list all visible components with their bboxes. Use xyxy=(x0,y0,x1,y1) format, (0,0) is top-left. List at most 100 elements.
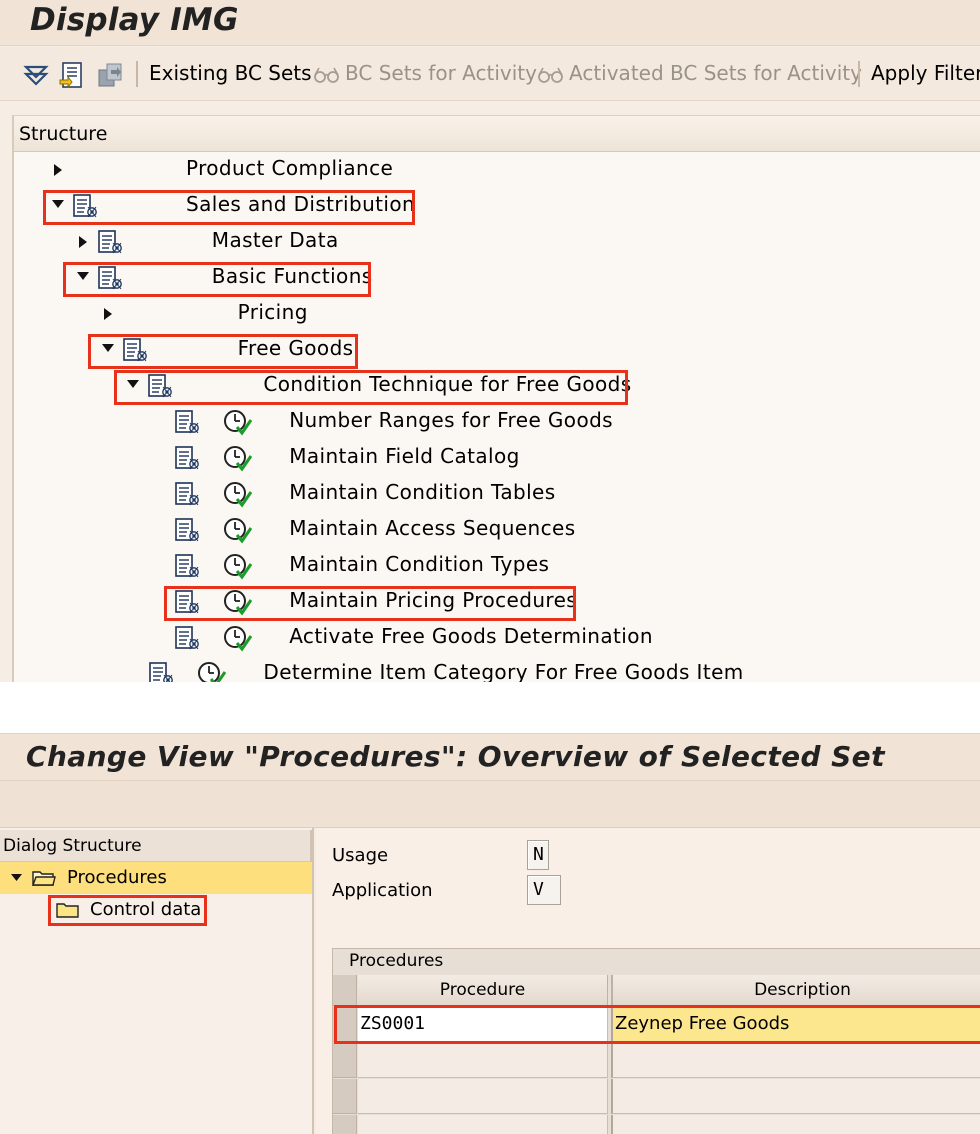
description-cell[interactable]: Zeynep Free Goods xyxy=(611,1007,980,1042)
row-selector[interactable] xyxy=(333,1007,357,1042)
tree-node-label: Free Goods xyxy=(237,336,354,360)
tree-node[interactable]: Sales and Distribution xyxy=(0,191,980,221)
expand-arrow-icon[interactable] xyxy=(104,299,116,329)
expand-arrow-icon[interactable] xyxy=(79,227,91,257)
row-selector[interactable] xyxy=(333,1079,357,1114)
execute-clock-icon[interactable] xyxy=(222,624,253,652)
procedure-cell[interactable]: ZS0001 xyxy=(358,1007,608,1042)
tree-node-label: Product Compliance xyxy=(186,156,394,180)
documentation-icon[interactable] xyxy=(174,409,202,436)
documentation-icon[interactable] xyxy=(174,481,202,508)
usage-field[interactable]: N xyxy=(527,840,549,870)
tree-node[interactable]: Maintain Pricing Procedures xyxy=(0,587,980,617)
tree-node[interactable]: Maintain Field Catalog xyxy=(0,443,980,473)
empty-cell[interactable] xyxy=(611,1079,980,1114)
tree-node[interactable]: Product Compliance xyxy=(0,155,980,185)
execute-clock-icon[interactable] xyxy=(222,516,253,544)
bc-sets-for-activity-button[interactable]: BC Sets for Activity xyxy=(345,61,537,85)
execute-clock-icon[interactable] xyxy=(222,588,253,616)
tree-node[interactable]: Activate Free Goods Determination xyxy=(0,623,980,653)
tree-node-label: Maintain Access Sequences xyxy=(289,516,576,540)
documentation-icon[interactable] xyxy=(174,625,202,652)
tree-node[interactable]: Maintain Condition Tables xyxy=(0,479,980,509)
tree-node[interactable]: Basic Functions xyxy=(0,263,980,293)
toolbar xyxy=(0,781,980,828)
execute-clock-icon[interactable] xyxy=(222,480,253,508)
structure-header-label: Structure xyxy=(19,123,108,145)
documentation-icon[interactable] xyxy=(174,553,202,580)
folder-icon xyxy=(56,903,79,918)
tree-node-label: Condition Technique for Free Goods xyxy=(263,372,632,396)
dialog-structure-header: Dialog Structure xyxy=(0,830,312,862)
execute-clock-icon[interactable] xyxy=(222,444,253,472)
documentation-icon[interactable] xyxy=(58,61,86,89)
tree-node[interactable]: Master Data xyxy=(0,227,980,257)
documentation-icon[interactable] xyxy=(147,373,175,400)
toolbar: Existing BC Sets BC Sets for Activity Ac… xyxy=(0,47,980,101)
empty-cell[interactable] xyxy=(611,1043,980,1078)
empty-cell[interactable] xyxy=(358,1079,608,1114)
execute-clock-icon[interactable] xyxy=(222,552,253,580)
tree-node[interactable]: Maintain Condition Types xyxy=(0,551,980,581)
usage-label: Usage xyxy=(332,845,389,866)
procedures-table: Procedures Procedure Description ZS0001 … xyxy=(332,948,980,1134)
execute-clock-icon[interactable] xyxy=(222,408,253,436)
procedure-value: ZS0001 xyxy=(360,1013,426,1034)
application-field[interactable]: V xyxy=(527,875,561,905)
documentation-icon[interactable] xyxy=(174,445,202,472)
transport-icon[interactable] xyxy=(96,61,124,89)
collapse-arrow-icon[interactable] xyxy=(52,191,64,221)
change-view-window: Change View "Procedures": Overview of Se… xyxy=(0,733,980,1134)
empty-cell[interactable] xyxy=(611,1115,980,1134)
tree-node[interactable]: Number Ranges for Free Goods xyxy=(0,407,980,437)
tree-node[interactable]: Maintain Access Sequences xyxy=(0,515,980,545)
row-selector[interactable] xyxy=(333,1043,357,1078)
application-label: Application xyxy=(332,880,433,901)
existing-bc-sets-button[interactable]: Existing BC Sets xyxy=(149,61,312,85)
tree-node-label: Number Ranges for Free Goods xyxy=(289,408,613,432)
execute-clock-icon[interactable] xyxy=(196,660,227,682)
tree-node[interactable]: Pricing xyxy=(0,299,980,329)
open-folder-icon xyxy=(32,871,56,886)
tree-node-label: Basic Functions xyxy=(211,264,373,288)
select-all-cell[interactable] xyxy=(333,975,357,1006)
collapse-arrow-icon[interactable] xyxy=(102,335,114,365)
tree-node-label: Maintain Pricing Procedures xyxy=(289,588,578,612)
tree-node-label: Pricing xyxy=(237,300,308,324)
documentation-icon[interactable] xyxy=(122,337,150,364)
documentation-icon[interactable] xyxy=(72,193,100,220)
table-title: Procedures xyxy=(349,951,444,971)
expand-subtree-icon[interactable] xyxy=(22,61,50,89)
apply-filter-button[interactable]: Apply Filter xyxy=(871,61,980,85)
column-header-procedure[interactable]: Procedure xyxy=(358,975,608,1006)
collapse-arrow-icon[interactable] xyxy=(127,371,139,401)
tree-node[interactable]: Determine Item Category For Free Goods I… xyxy=(0,659,980,682)
documentation-icon[interactable] xyxy=(174,589,202,616)
glasses-icon xyxy=(538,67,563,83)
row-selector[interactable] xyxy=(333,1115,357,1134)
activated-bc-sets-button[interactable]: Activated BC Sets for Activity xyxy=(569,61,862,85)
empty-cell[interactable] xyxy=(358,1115,608,1134)
collapse-arrow-icon[interactable] xyxy=(77,263,89,293)
title-bar: Display IMG xyxy=(0,0,980,46)
dialog-structure-panel: Dialog Structure Procedures Control data xyxy=(0,828,314,1134)
dialog-structure-header-label: Dialog Structure xyxy=(3,836,142,856)
expand-arrow-icon[interactable] xyxy=(54,155,66,185)
tree-node[interactable]: Free Goods xyxy=(0,335,980,365)
documentation-icon[interactable] xyxy=(148,661,176,682)
tree-node-label: Master Data xyxy=(211,228,339,252)
collapse-arrow-icon[interactable] xyxy=(11,874,22,882)
dialog-item-control-data[interactable]: Control data xyxy=(0,894,312,926)
tree-node-label: Sales and Distribution xyxy=(186,192,416,216)
display-img-window: Display IMG Existing BC Sets BC Sets for… xyxy=(0,0,980,682)
tree-node-label: Maintain Condition Types xyxy=(289,552,550,576)
column-header-label: Procedure xyxy=(439,980,526,1000)
column-header-description[interactable]: Description xyxy=(611,975,980,1006)
documentation-icon[interactable] xyxy=(174,517,202,544)
documentation-icon[interactable] xyxy=(97,265,125,292)
title-bar: Change View "Procedures": Overview of Se… xyxy=(0,733,980,781)
documentation-icon[interactable] xyxy=(97,229,125,256)
empty-cell[interactable] xyxy=(358,1043,608,1078)
tree-node[interactable]: Condition Technique for Free Goods xyxy=(0,371,980,401)
dialog-item-procedures[interactable]: Procedures xyxy=(0,862,312,894)
